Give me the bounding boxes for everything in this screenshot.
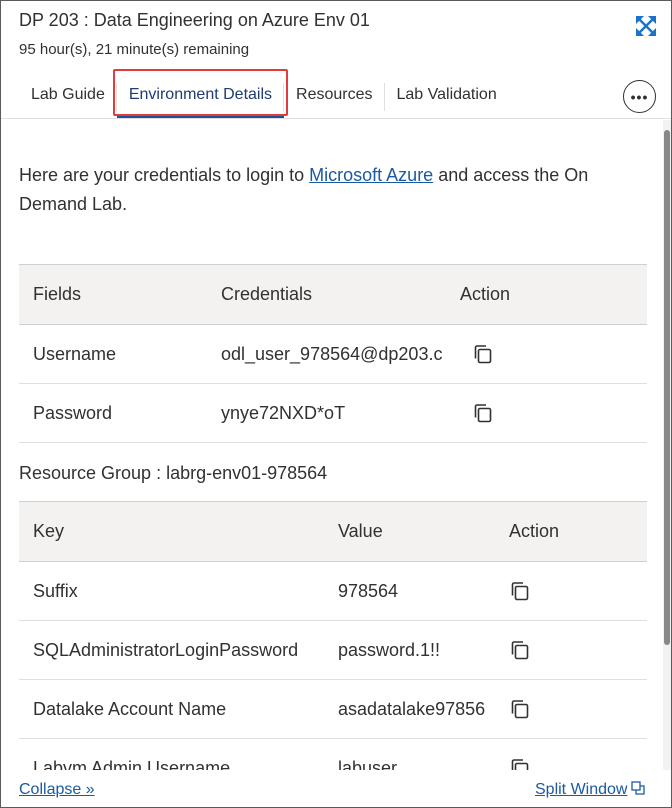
copy-icon[interactable] (472, 343, 494, 365)
column-header-credentials: Credentials (207, 264, 446, 325)
table-row: Datalake Account Name asadatalake97856 (19, 679, 647, 739)
key-cell: Suffix (19, 561, 324, 621)
field-password: Password (19, 383, 207, 443)
value-cell: 978564 (324, 561, 495, 621)
time-remaining: 95 hour(s), 21 minute(s) remaining (19, 41, 250, 58)
resource-group-label: Resource Group : labrg-env01-978564 (19, 463, 328, 483)
column-header-action: Action (495, 501, 647, 562)
intro-text: Here are your credentials to login to Mi… (19, 161, 639, 219)
tab-environment-details[interactable]: Environment Details (112, 69, 289, 118)
value-cell: password.1!! (324, 620, 495, 680)
table-header-row: Key Value Action (19, 501, 647, 562)
action-cell (495, 620, 647, 680)
key-cell: Labvm Admin Username (19, 738, 324, 770)
password-value: ynye72NXD*oT (207, 383, 446, 443)
table-row: SQLAdministratorLoginPassword password.1… (19, 620, 647, 680)
more-label: ••• (630, 88, 649, 105)
vertical-scrollbar[interactable] (663, 120, 671, 770)
value-cell: asadatalake97856 (324, 679, 495, 739)
username-value: odl_user_978564@dp203.c (207, 324, 446, 384)
split-window-label: Split Window (535, 781, 628, 798)
value-cell: labuser (324, 738, 495, 770)
action-cell (495, 738, 647, 770)
key-cell: Datalake Account Name (19, 679, 324, 739)
action-cell (446, 324, 647, 384)
table-row: Username odl_user_978564@dp203.c (19, 324, 647, 384)
table-row: Suffix 978564 (19, 561, 647, 621)
action-cell (495, 679, 647, 739)
copy-icon[interactable] (509, 580, 531, 602)
tab-resources[interactable]: Resources (284, 73, 385, 117)
collapse-link[interactable]: Collapse » (19, 781, 95, 799)
panel-header: DP 203 : Data Engineering on Azure Env 0… (1, 1, 671, 119)
table-row: Password ynye72NXD*oT (19, 383, 647, 443)
column-header-value: Value (324, 501, 495, 562)
lab-title: DP 203 : Data Engineering on Azure Env 0… (19, 10, 370, 30)
tab-label: Resources (296, 86, 373, 103)
column-header-key: Key (19, 501, 324, 562)
column-header-fields: Fields (19, 264, 207, 325)
more-ellipsis-icon[interactable]: ••• (623, 80, 656, 113)
panel-footer: Collapse » Split Window (1, 770, 671, 807)
tab-lab-validation[interactable]: Lab Validation (385, 73, 509, 117)
tab-bar: Lab Guide Environment Details Resources … (19, 69, 509, 119)
environment-details-content: Here are your credentials to login to Mi… (1, 120, 663, 770)
resource-table: Key Value Action Suffix 978564 SQLAdmini… (19, 501, 647, 770)
expand-arrows-icon[interactable] (635, 15, 657, 37)
table-row: Labvm Admin Username labuser (19, 738, 647, 770)
intro-before: Here are your credentials to login to (19, 165, 310, 185)
column-header-action: Action (446, 264, 647, 325)
tab-lab-guide[interactable]: Lab Guide (19, 73, 117, 117)
copy-icon[interactable] (509, 757, 531, 770)
split-window-link[interactable]: Split Window (535, 781, 646, 799)
table-header-row: Fields Credentials Action (19, 264, 647, 325)
highlight-box (112, 69, 289, 116)
copy-icon[interactable] (472, 402, 494, 424)
tab-label: Lab Validation (396, 86, 497, 103)
copy-icon[interactable] (509, 698, 531, 720)
tab-label: Lab Guide (31, 86, 105, 103)
action-cell (495, 561, 647, 621)
key-cell: SQLAdministratorLoginPassword (19, 620, 324, 680)
copy-icon[interactable] (509, 639, 531, 661)
microsoft-azure-link[interactable]: Microsoft Azure (309, 165, 433, 185)
field-username: Username (19, 324, 207, 384)
credentials-table: Fields Credentials Action Username odl_u… (19, 264, 647, 443)
lab-panel: DP 203 : Data Engineering on Azure Env 0… (0, 0, 672, 808)
action-cell (446, 383, 647, 443)
scrollbar-thumb[interactable] (664, 130, 670, 645)
split-window-icon (631, 781, 646, 795)
